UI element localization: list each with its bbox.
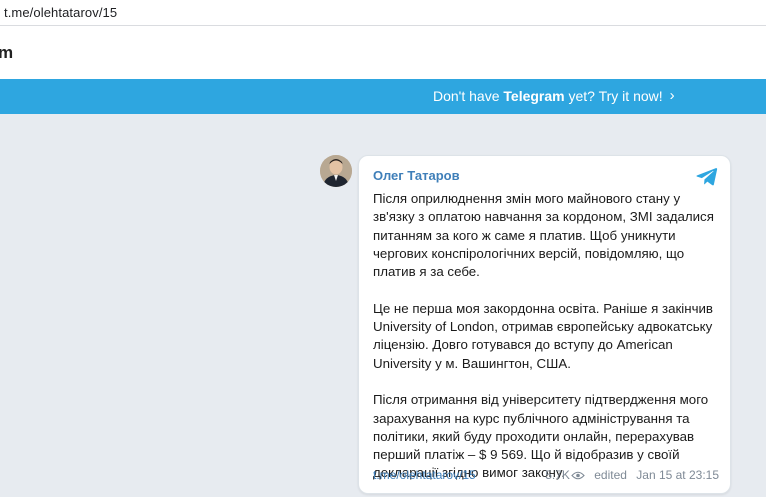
message-meta: 5.7K edited Jan 15 at 23:15 [539,468,719,482]
eye-icon [571,472,585,480]
telegram-plane-icon [696,168,718,186]
message-paragraph: Після оприлюднення змін мого майнового с… [373,191,714,280]
address-bar[interactable]: t.me/olehtatarov/15 [0,0,766,26]
author-name[interactable]: Олег Татаров [373,168,460,183]
chevron-right-icon: › [669,87,675,104]
message-paragraph: Це не перша моя закордонна освіта. Раніш… [373,300,713,371]
address-url[interactable]: t.me/olehtatarov/15 [4,5,117,20]
banner-suffix: yet? Try it now! [564,88,663,104]
banner-brand: Telegram [503,88,565,104]
try-telegram-link[interactable]: Don't have Telegram yet? Try it now! › [433,88,675,104]
message-date: Jan 15 at 23:15 [636,468,719,482]
avatar-photo [320,155,352,187]
views-count: 5.7K [545,468,570,482]
message-footer: t.me/olehtatarov/15 5.7K edited Jan 15 a… [373,468,719,484]
site-brand-fragment[interactable]: m [0,43,13,63]
edited-label: edited [594,468,627,482]
post-link[interactable]: t.me/olehtatarov/15 [373,468,476,482]
avatar[interactable] [320,155,352,187]
message-text: Після оприлюднення змін мого майнового с… [373,190,719,483]
get-telegram-banner[interactable]: Don't have Telegram yet? Try it now! › [0,79,766,114]
banner-prefix: Don't have [433,88,504,104]
message-card: Олег Татаров Після оприлюднення змін мог… [358,155,731,494]
page-header: m [0,26,766,79]
